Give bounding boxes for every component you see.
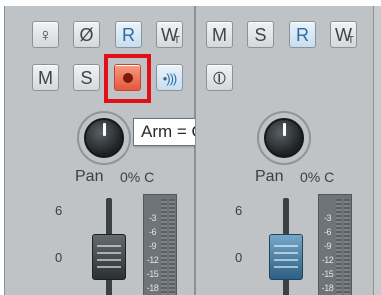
- pan-knob-2[interactable]: [264, 118, 304, 158]
- fader-scale-0-2: 0: [235, 250, 243, 265]
- level-meter: -3 -6 -9 -12 -15 -18: [143, 194, 177, 295]
- arm-button-highlight: [104, 54, 151, 103]
- stereo-mode-button[interactable]: ⦶: [206, 64, 233, 91]
- meter-scale-12-2: -12: [321, 255, 334, 265]
- input-monitor-button[interactable]: •))): [156, 64, 183, 91]
- meter-scale-6-2: -6: [323, 227, 332, 237]
- fader-scale-6: 6: [55, 203, 63, 218]
- meter-scale-18: -18: [146, 283, 159, 293]
- write-automation-button-2[interactable]: WT: [330, 21, 357, 48]
- pan-label: Pan: [75, 168, 104, 185]
- solo-button-2[interactable]: S: [247, 21, 274, 48]
- meter-bar-right-2: [344, 199, 350, 295]
- pan-value: 0% C: [120, 169, 155, 185]
- mute-button[interactable]: M: [32, 64, 59, 91]
- meter-bar-right: [169, 199, 175, 295]
- read-automation-button[interactable]: R: [115, 21, 142, 48]
- next-strip-edge: [373, 6, 381, 295]
- pan-knob[interactable]: [84, 118, 124, 158]
- write-sub-label: T: [173, 35, 180, 46]
- meter-scale-15: -15: [146, 269, 159, 279]
- input-echo-button[interactable]: ♀: [32, 21, 59, 48]
- meter-scale-3: -3: [148, 213, 157, 223]
- meter-scale-6: -6: [148, 227, 157, 237]
- write-sub-label-2: T: [347, 35, 354, 46]
- volume-fader-handle[interactable]: [92, 234, 126, 280]
- meter-scale-18-2: -18: [321, 283, 334, 293]
- meter-bar-left: [161, 199, 167, 295]
- pan-value-2: 0% C: [300, 169, 335, 185]
- meter-scale-9-2: -9: [323, 241, 332, 251]
- write-automation-button[interactable]: WT: [156, 21, 183, 48]
- fader-scale-6-2: 6: [235, 203, 243, 218]
- mute-button-2[interactable]: M: [206, 21, 233, 48]
- meter-scale-3-2: -3: [323, 213, 332, 223]
- level-meter-2: -3 -6 -9 -12 -15 -18: [318, 194, 352, 295]
- read-automation-button-2[interactable]: R: [289, 21, 316, 48]
- phase-invert-button[interactable]: Ø: [73, 21, 100, 48]
- fader-scale-0: 0: [55, 250, 63, 265]
- channel-strip-left: ♀ Ø R WT M S •))) Pan 0% C 6 0 -3 -6 -9 …: [4, 6, 195, 295]
- meter-bar-left-2: [336, 199, 342, 295]
- solo-button[interactable]: S: [73, 64, 100, 91]
- volume-fader-handle-2[interactable]: [269, 234, 303, 280]
- meter-scale-9: -9: [148, 241, 157, 251]
- meter-scale-12: -12: [146, 255, 159, 265]
- meter-scale-15-2: -15: [321, 269, 334, 279]
- channel-strip-right: M S R WT ⦶ Pan 0% C 6 0 -3 -6 -9 -12 -15…: [195, 6, 374, 295]
- pan-label-2: Pan: [255, 168, 284, 185]
